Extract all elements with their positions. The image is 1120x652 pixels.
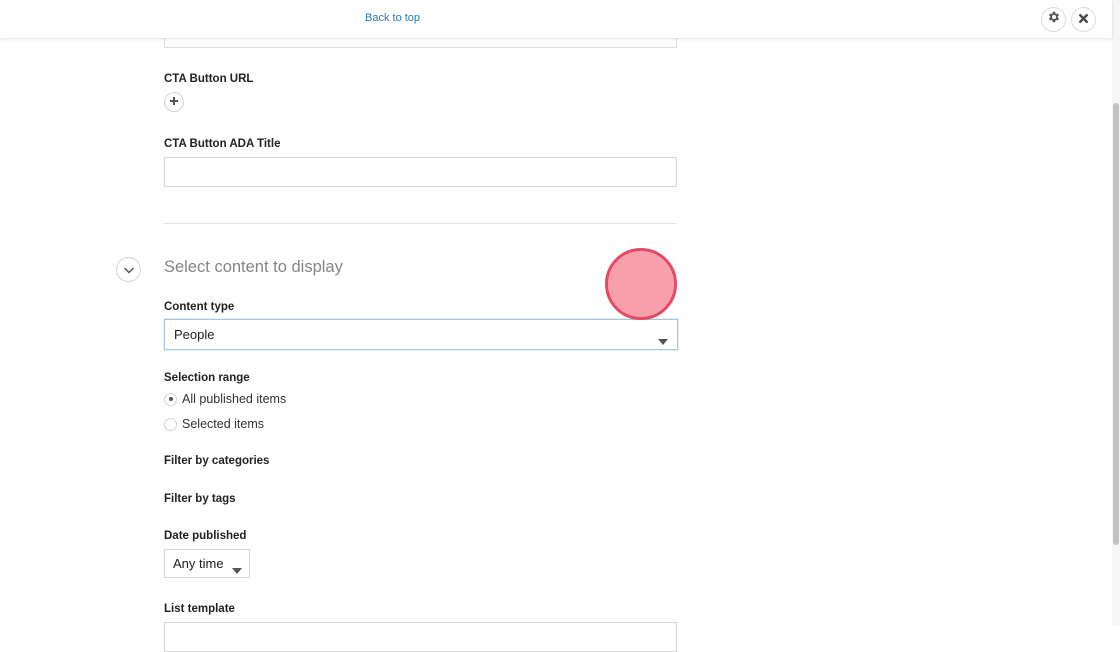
back-to-top-link[interactable]: Back to top [365,12,420,24]
top-bar: Back to top [0,0,1112,38]
list-template-select[interactable] [164,622,677,652]
caret-down-icon [232,561,242,579]
add-cta-url-button[interactable] [164,92,184,112]
radio-selected-items[interactable]: Selected items [164,416,264,432]
close-icon [1078,11,1089,29]
content-type-select[interactable]: People [164,319,678,350]
close-button[interactable] [1071,7,1096,32]
section-divider [164,223,677,224]
scrollbar-thumb[interactable] [1113,103,1119,545]
plus-icon [169,93,179,111]
date-published-value: Any time [173,556,224,571]
date-published-label: Date published [164,530,247,542]
list-template-label: List template [164,603,235,615]
section-collapse-toggle[interactable] [116,257,141,282]
content-type-value: People [174,327,215,342]
section-title: Select content to display [164,258,343,276]
content-type-label: Content type [164,301,235,313]
settings-button[interactable] [1041,7,1066,32]
radio-label: Selected items [182,417,264,431]
chevron-down-icon [123,261,134,279]
caret-down-icon [658,332,668,350]
filter-categories-label: Filter by categories [164,455,270,467]
filter-tags-label: Filter by tags [164,493,236,505]
cta-url-label: CTA Button URL [164,73,254,85]
radio-label: All published items [182,392,287,406]
radio-button[interactable] [164,417,177,431]
radio-all-published[interactable]: All published items [164,391,286,407]
click-indicator [605,248,677,320]
cta-ada-title-label: CTA Button ADA Title [164,138,281,150]
date-published-select[interactable]: Any time [164,549,250,578]
gear-icon [1047,10,1061,29]
selection-range-label: Selection range [164,372,250,384]
radio-button-checked[interactable] [164,392,177,406]
cta-ada-title-input[interactable] [164,157,677,187]
